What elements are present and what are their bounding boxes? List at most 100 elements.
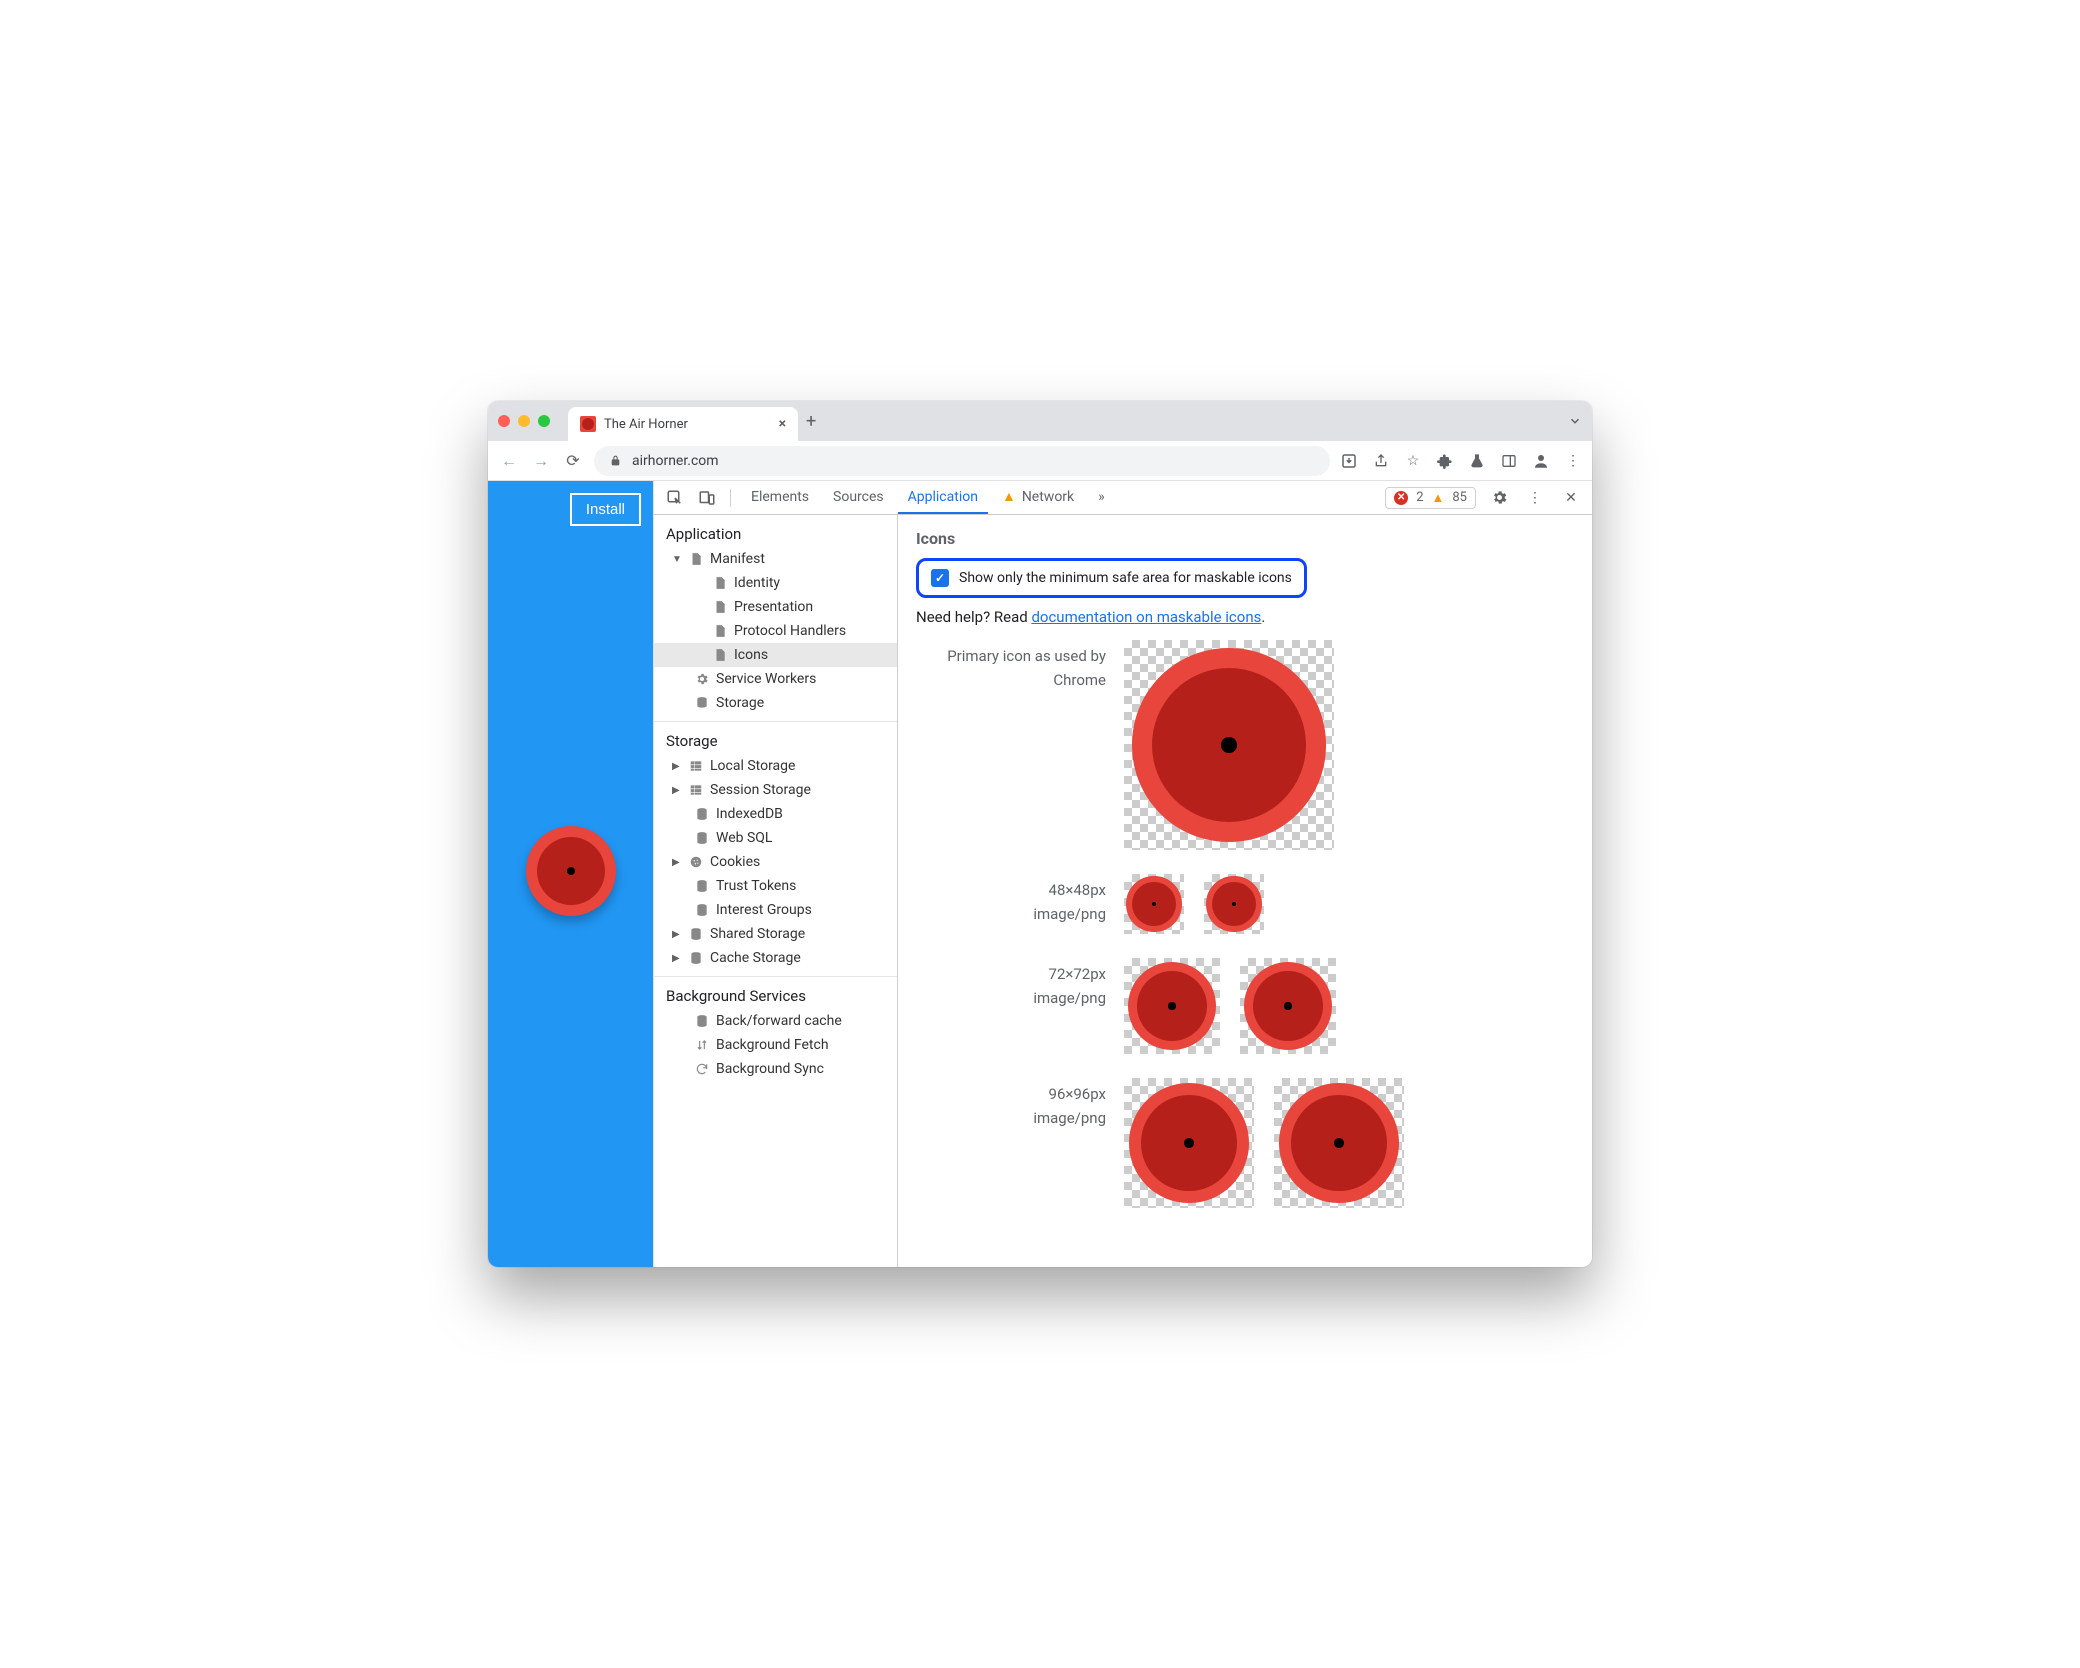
reload-button[interactable]: ⟳ [562,451,584,470]
chrome-menu-icon[interactable]: ⋮ [1564,452,1582,470]
favicon-icon [580,416,596,432]
tab-elements[interactable]: Elements [741,481,819,514]
table-icon [688,758,704,774]
icon-meta: 48×48px image/png [916,874,1106,926]
maskable-checkbox-label: Show only the minimum safe area for mask… [959,570,1292,586]
chevron-right-icon: ▶ [672,785,682,796]
sidebar-item-manifest[interactable]: ▼ Manifest [654,547,897,571]
help-text: Need help? Read documentation on maskabl… [916,608,1574,626]
sidebar-item-protocol-handlers[interactable]: Protocol Handlers [654,619,897,643]
database-icon [688,950,704,966]
omnibox[interactable]: airhorner.com [594,446,1330,476]
gear-icon [694,671,710,687]
sidebar-section-application: Application [654,515,897,547]
chevron-right-icon: ▶ [672,761,682,772]
icon-preview [1240,958,1336,1054]
share-icon[interactable] [1372,452,1390,470]
icon-row-96: 96×96px image/png [916,1078,1574,1208]
checkbox-checked-icon[interactable]: ✓ [931,569,949,587]
close-window-icon[interactable] [498,415,510,427]
sidebar-item-session-storage[interactable]: ▶Session Storage [654,778,897,802]
database-icon [688,926,704,942]
side-panel-icon[interactable] [1500,452,1518,470]
labs-flask-icon[interactable] [1468,452,1486,470]
tab-strip: The Air Horner × + [488,401,1592,441]
sidebar-item-local-storage[interactable]: ▶Local Storage [654,754,897,778]
file-icon [712,599,728,615]
tab-list-chevron-icon[interactable] [1568,414,1582,428]
icon-row-72: 72×72px image/png [916,958,1574,1054]
sidebar-item-storage[interactable]: Storage [654,691,897,715]
sidebar-item-trust-tokens[interactable]: Trust Tokens [654,874,897,898]
sidebar-item-websql[interactable]: Web SQL [654,826,897,850]
database-icon [694,878,710,894]
warning-triangle-icon: ▲ [1002,488,1016,505]
lock-icon [608,454,622,468]
back-button[interactable]: ← [498,451,520,471]
maskable-checkbox-row[interactable]: ✓ Show only the minimum safe area for ma… [916,558,1307,598]
inspect-element-icon[interactable] [662,485,688,511]
sidebar-item-bgfetch[interactable]: Background Fetch [654,1033,897,1057]
minimize-window-icon[interactable] [518,415,530,427]
file-icon [712,575,728,591]
icon-row-48: 48×48px image/png [916,874,1574,934]
devtools-tabs: Elements Sources Application ▲ Network » [741,481,1115,514]
sidebar-item-interest-groups[interactable]: Interest Groups [654,898,897,922]
page-viewport: Install [488,481,653,1267]
icon-preview [1124,874,1184,934]
sidebar-item-cookies[interactable]: ▶Cookies [654,850,897,874]
tab-network[interactable]: ▲ Network [992,481,1084,514]
sidebar-item-icons[interactable]: Icons [654,643,897,667]
icon-meta: 72×72px image/png [916,958,1106,1010]
tab-title: The Air Horner [604,417,771,432]
sync-icon [694,1061,710,1077]
new-tab-button[interactable]: + [806,411,816,432]
error-dot-icon: ✕ [1394,491,1408,505]
window-controls [498,415,550,427]
airhorn-button[interactable] [526,826,616,916]
sidebar-item-service-workers[interactable]: Service Workers [654,667,897,691]
cookie-icon [688,854,704,870]
warning-triangle-icon: ▲ [1432,490,1445,506]
sidebar-item-indexeddb[interactable]: IndexedDB [654,802,897,826]
maximize-window-icon[interactable] [538,415,550,427]
database-icon [694,1013,710,1029]
install-button[interactable]: Install [570,493,641,526]
warning-count: 85 [1452,490,1467,505]
browser-window: The Air Horner × + ← → ⟳ airhorner.com ☆… [488,401,1592,1267]
sidebar-item-bgsync[interactable]: Background Sync [654,1057,897,1081]
database-icon [694,830,710,846]
devtools-menu-icon[interactable]: ⋮ [1522,485,1548,511]
forward-button: → [530,451,552,471]
browser-tab[interactable]: The Air Horner × [568,407,798,441]
sidebar-item-identity[interactable]: Identity [654,571,897,595]
tab-sources[interactable]: Sources [823,481,894,514]
sidebar-item-shared-storage[interactable]: ▶Shared Storage [654,922,897,946]
tab-application[interactable]: Application [898,481,988,514]
extensions-puzzle-icon[interactable] [1436,452,1454,470]
icon-preview [1124,958,1220,1054]
maskable-docs-link[interactable]: documentation on maskable icons [1031,608,1261,626]
settings-gear-icon[interactable] [1486,485,1512,511]
icon-preview [1204,874,1264,934]
sidebar-item-cache-storage[interactable]: ▶Cache Storage [654,946,897,970]
chevron-right-icon: ▶ [672,857,682,868]
chevron-down-icon: ▼ [672,554,682,565]
table-icon [688,782,704,798]
tabs-overflow-icon[interactable]: » [1088,481,1115,514]
install-pwa-icon[interactable] [1340,452,1358,470]
issues-badge[interactable]: ✕ 2 ▲ 85 [1385,487,1476,509]
bookmark-star-icon[interactable]: ☆ [1404,452,1422,470]
close-devtools-icon[interactable]: ✕ [1558,485,1584,511]
sidebar-item-bfcache[interactable]: Back/forward cache [654,1009,897,1033]
icon-meta: 96×96px image/png [916,1078,1106,1130]
icon-preview [1124,1078,1254,1208]
content-row: Install Elements Sources Application ▲ N… [488,481,1592,1267]
sidebar-item-presentation[interactable]: Presentation [654,595,897,619]
chevron-right-icon: ▶ [672,953,682,964]
profile-avatar-icon[interactable] [1532,452,1550,470]
device-toolbar-icon[interactable] [694,485,720,511]
icon-preview [1124,640,1334,850]
application-main: Icons ✓ Show only the minimum safe area … [898,515,1592,1267]
close-tab-icon[interactable]: × [779,416,786,432]
